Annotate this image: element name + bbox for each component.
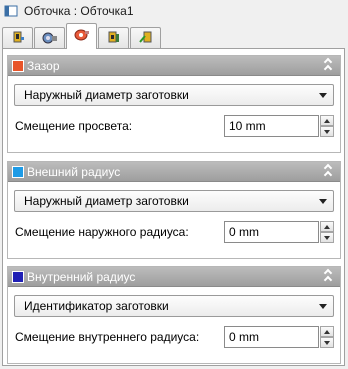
tab-strip: [2, 23, 162, 49]
tab-cutter[interactable]: [34, 27, 65, 49]
group-inner-radius: Внутренний радиус Идентификатор заготовк…: [7, 266, 341, 364]
cutter-icon: [42, 30, 58, 47]
spin-down-button[interactable]: [320, 126, 334, 137]
group-title-outer-radius: Внешний радиус: [27, 164, 121, 179]
tab-linking[interactable]: [130, 27, 161, 49]
group-clearance: Зазор Наружный диаметр заготовки Смещени…: [7, 55, 341, 153]
group-title-inner-radius: Внутренний радиус: [27, 269, 136, 284]
inner-radius-offset-spinner: 0 mm: [224, 326, 334, 348]
spin-down-button[interactable]: [320, 337, 334, 348]
outer-radius-offset-label: Смещение наружного радиуса:: [15, 225, 189, 239]
clearance-color-swatch: [12, 59, 24, 72]
clearance-offset-input[interactable]: 10 mm: [224, 115, 319, 137]
arrow-down-icon: [324, 340, 330, 345]
clearance-source-dropdown[interactable]: Наружный диаметр заготовки: [14, 84, 334, 106]
collapse-icon[interactable]: [322, 57, 334, 73]
tab-tool-holder[interactable]: [2, 27, 33, 49]
arrow-up-icon: [324, 224, 330, 229]
chevron-down-icon: [319, 304, 327, 309]
inner-radius-offset-label: Смещение внутреннего радиуса:: [15, 330, 200, 344]
clearance-source-value: Наружный диаметр заготовки: [24, 88, 189, 102]
tab-turning-profile[interactable]: [66, 23, 97, 49]
tool-holder-icon: [11, 30, 25, 47]
group-outer-radius: Внешний радиус Наружный диаметр заготовк…: [7, 161, 341, 259]
group-title-clearance: Зазор: [27, 58, 60, 73]
clearance-offset-label: Смещение просвета:: [15, 119, 133, 133]
title-bar: Обточка : Обточка1: [0, 0, 348, 22]
collapse-icon[interactable]: [322, 268, 334, 284]
arrow-down-icon: [324, 129, 330, 134]
spin-down-button[interactable]: [320, 232, 334, 243]
spin-up-button[interactable]: [320, 115, 334, 126]
chevron-down-icon: [319, 93, 327, 98]
feed-params-icon: [107, 30, 121, 47]
group-header-outer-radius[interactable]: Внешний радиус: [8, 162, 340, 182]
outer-radius-offset-spinner: 0 mm: [224, 221, 334, 243]
clearance-offset-spinner: 10 mm: [224, 115, 334, 137]
inner-radius-offset-input[interactable]: 0 mm: [224, 326, 319, 348]
inner-radius-source-dropdown[interactable]: Идентификатор заготовки: [14, 295, 334, 317]
arrow-up-icon: [324, 329, 330, 334]
turning-profile-icon: [74, 28, 90, 45]
toolpath-icon: [4, 4, 18, 18]
group-header-clearance[interactable]: Зазор: [8, 56, 340, 76]
tab-feed-params[interactable]: [98, 27, 129, 49]
group-header-inner-radius[interactable]: Внутренний радиус: [8, 267, 340, 287]
properties-panel: Зазор Наружный диаметр заготовки Смещени…: [2, 48, 345, 366]
chevron-down-icon: [319, 199, 327, 204]
linking-icon: [138, 30, 153, 47]
outer-radius-offset-input[interactable]: 0 mm: [224, 221, 319, 243]
inner-radius-source-value: Идентификатор заготовки: [24, 299, 169, 313]
outer-radius-source-value: Наружный диаметр заготовки: [24, 194, 189, 208]
arrow-down-icon: [324, 235, 330, 240]
outer-radius-color-swatch: [12, 165, 24, 178]
spin-up-button[interactable]: [320, 221, 334, 232]
inner-radius-color-swatch: [12, 270, 24, 283]
arrow-up-icon: [324, 118, 330, 123]
collapse-icon[interactable]: [322, 163, 334, 179]
spin-up-button[interactable]: [320, 326, 334, 337]
window-title: Обточка : Обточка1: [24, 4, 134, 18]
outer-radius-source-dropdown[interactable]: Наружный диаметр заготовки: [14, 190, 334, 212]
